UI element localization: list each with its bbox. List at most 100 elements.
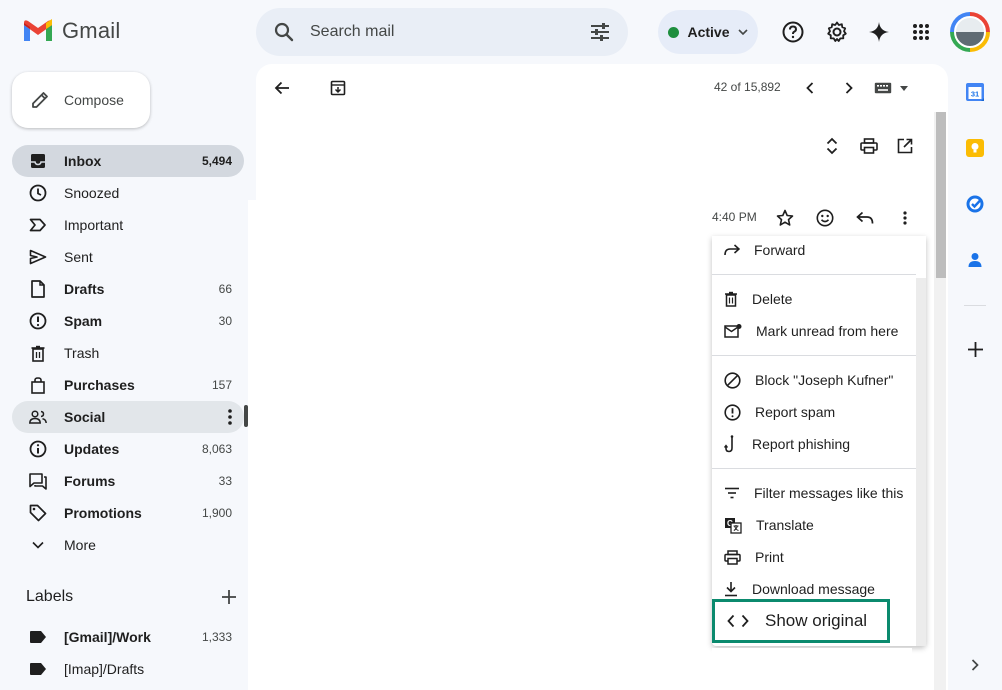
reply-icon xyxy=(856,211,874,224)
contacts-app-button[interactable] xyxy=(964,249,986,271)
open-new-window-button[interactable] xyxy=(887,128,923,164)
sidebar-item-label: Spam xyxy=(64,313,103,329)
menu-item-show-original[interactable]: Show original xyxy=(712,599,890,643)
apps-button[interactable] xyxy=(903,14,939,50)
sidebar-item-label: Drafts xyxy=(64,281,105,297)
menu-divider xyxy=(712,355,916,356)
menu-item-label: Forward xyxy=(754,242,806,258)
sidebar-item-snoozed[interactable]: Snoozed xyxy=(12,177,244,209)
send-icon xyxy=(28,247,48,267)
sidebar-item-important[interactable]: Important xyxy=(12,209,244,241)
settings-button[interactable] xyxy=(819,14,855,50)
sidebar-item-count: 5,494 xyxy=(201,154,232,168)
label-item-gmail-work[interactable]: [Gmail]/Work 1,333 xyxy=(12,621,244,653)
sidebar-item-sent[interactable]: Sent xyxy=(12,241,244,273)
sidebar-item-label: Sent xyxy=(64,249,93,265)
download-icon xyxy=(725,582,737,597)
menu-item-forward[interactable]: Forward xyxy=(712,234,916,266)
gemini-button[interactable] xyxy=(861,14,897,50)
more-options-button[interactable] xyxy=(887,200,923,236)
add-label-icon[interactable] xyxy=(222,590,236,604)
labels-header: Labels xyxy=(26,588,236,606)
spam-icon xyxy=(724,403,741,421)
tasks-app-button[interactable] xyxy=(964,193,986,215)
sidebar-item-purchases[interactable]: Purchases 157 xyxy=(12,369,244,401)
pencil-icon xyxy=(32,92,48,108)
inbox-icon xyxy=(28,151,48,171)
label-icon xyxy=(30,663,46,675)
message-scrollbar-thumb[interactable] xyxy=(936,112,946,278)
calendar-app-button[interactable]: 31 xyxy=(964,81,986,103)
sidebar-item-promotions[interactable]: Promotions 1,900 xyxy=(12,497,244,529)
search-input[interactable]: Search mail xyxy=(310,23,590,41)
sidebar-item-label: Forums xyxy=(64,473,116,489)
newer-button[interactable] xyxy=(792,70,828,106)
search-icon[interactable] xyxy=(274,22,294,42)
sidebar-item-count: 33 xyxy=(218,474,232,488)
keep-app-button[interactable] xyxy=(964,137,986,159)
menu-item-label: Report phishing xyxy=(752,436,851,452)
input-tools-button[interactable] xyxy=(874,82,908,94)
reply-button[interactable] xyxy=(847,200,883,236)
phishing-hook-icon xyxy=(724,435,734,453)
help-icon xyxy=(782,21,804,43)
important-icon xyxy=(28,215,48,235)
menu-item-translate[interactable]: G Translate xyxy=(712,509,916,541)
older-button[interactable] xyxy=(831,70,867,106)
unfold-icon xyxy=(826,137,838,155)
sidebar-item-spam[interactable]: Spam 30 xyxy=(12,305,244,337)
tag-icon xyxy=(28,503,48,523)
message-time: 4:40 PM xyxy=(712,210,757,224)
menu-item-label: Report spam xyxy=(755,404,836,420)
search-bar[interactable]: Search mail xyxy=(256,8,628,56)
sidebar-item-updates[interactable]: Updates 8,063 xyxy=(12,433,244,465)
compose-button[interactable]: Compose xyxy=(12,72,150,128)
calendar-icon: 31 xyxy=(966,83,984,101)
get-addons-button[interactable] xyxy=(964,338,986,360)
menu-scrollbar[interactable] xyxy=(916,278,926,646)
clock-icon xyxy=(28,183,48,203)
menu-item-label: Mark unread from here xyxy=(756,323,899,339)
menu-item-block-sender[interactable]: Block "Joseph Kufner" xyxy=(712,364,916,396)
more-vert-icon[interactable] xyxy=(228,409,232,425)
star-button[interactable] xyxy=(767,200,803,236)
mark-unread-icon xyxy=(724,324,742,338)
add-reaction-button[interactable] xyxy=(807,200,843,236)
sidebar-item-social[interactable]: Social xyxy=(12,401,244,433)
show-side-panel-button[interactable] xyxy=(964,654,986,676)
expand-all-button[interactable] xyxy=(814,128,850,164)
sidebar-item-inbox[interactable]: Inbox 5,494 xyxy=(12,145,244,177)
sidebar-item-drafts[interactable]: Drafts 66 xyxy=(12,273,244,305)
label-item-imap-drafts[interactable]: [Imap]/Drafts xyxy=(12,653,244,685)
menu-item-print[interactable]: Print xyxy=(712,541,916,573)
sidebar-item-label: Updates xyxy=(64,441,120,457)
block-icon xyxy=(724,371,741,389)
gmail-m-icon xyxy=(24,19,52,41)
search-options-icon[interactable] xyxy=(590,23,610,41)
menu-item-delete[interactable]: Delete xyxy=(712,283,916,315)
account-avatar[interactable] xyxy=(950,12,990,52)
menu-item-mark-unread[interactable]: Mark unread from here xyxy=(712,315,916,347)
status-label: Active xyxy=(687,24,730,40)
menu-item-filter[interactable]: Filter messages like this xyxy=(712,477,916,509)
sidebar-item-forums[interactable]: Forums 33 xyxy=(12,465,244,497)
chevron-left-icon xyxy=(806,82,814,94)
arrow-back-icon xyxy=(274,81,289,95)
print-all-button[interactable] xyxy=(851,128,887,164)
support-button[interactable] xyxy=(775,14,811,50)
menu-item-report-spam[interactable]: Report spam xyxy=(712,396,916,428)
menu-item-report-phishing[interactable]: Report phishing xyxy=(712,428,916,460)
archive-button[interactable] xyxy=(320,70,356,106)
contacts-icon xyxy=(968,253,982,267)
labels-title: Labels xyxy=(26,588,74,605)
back-button[interactable] xyxy=(264,70,300,106)
sidebar-item-label: Promotions xyxy=(64,505,142,521)
sidebar-item-more[interactable]: More xyxy=(12,529,244,561)
gmail-logo-text: Gmail xyxy=(62,18,121,43)
sidebar-item-label: Purchases xyxy=(64,377,135,393)
gmail-logo[interactable]: Gmail xyxy=(22,18,120,44)
status-selector[interactable]: Active xyxy=(658,10,758,54)
menu-item-label: Show original xyxy=(765,611,868,630)
sidebar-item-trash[interactable]: Trash xyxy=(12,337,244,369)
menu-item-label: Filter messages like this xyxy=(754,485,904,501)
